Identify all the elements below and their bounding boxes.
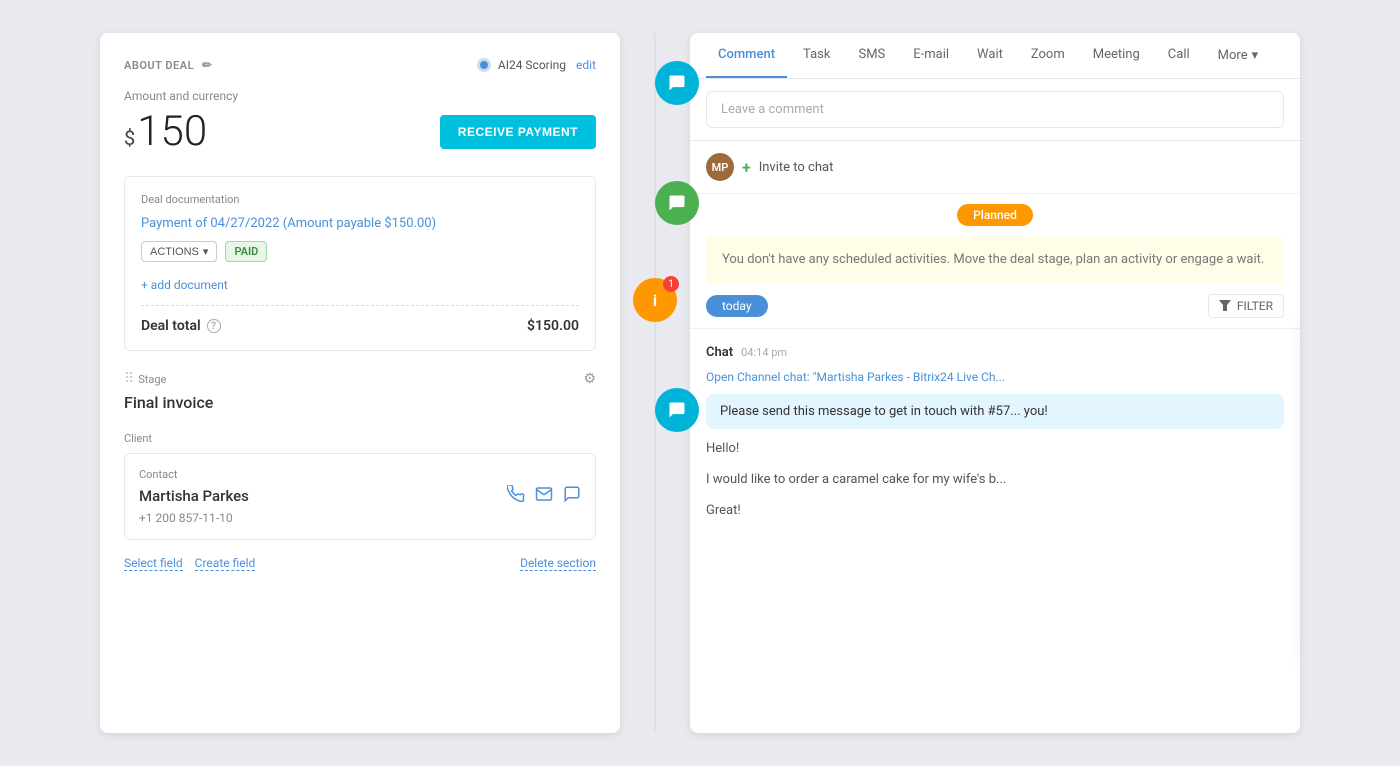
chat-message-4: Great!	[706, 499, 1284, 522]
stage-value: Final invoice	[124, 393, 596, 412]
drag-icon: ⠿	[124, 371, 134, 387]
contact-label: Contact	[139, 468, 581, 481]
deal-total-row: Deal total ? $150.00	[141, 318, 579, 334]
avatar: MP	[706, 153, 734, 181]
doc-link[interactable]: Payment of 04/27/2022 (Amount payable $1…	[141, 216, 579, 231]
stage-header: ⠿ Stage ⚙	[124, 371, 596, 387]
phone-icon[interactable]	[507, 485, 525, 507]
tab-meeting[interactable]: Meeting	[1081, 33, 1152, 78]
receive-payment-button[interactable]: RECEIVE PAYMENT	[440, 115, 596, 149]
amount-row: $150 RECEIVE PAYMENT	[124, 107, 596, 156]
plus-icon: +	[742, 158, 751, 177]
about-deal-header: ABOUT DEAL ✏ AI24 Scoring edit	[124, 57, 596, 73]
filter-icon	[1219, 300, 1231, 312]
select-field-link[interactable]: Select field	[124, 556, 183, 571]
bubble-wrapper-3: i 1	[633, 278, 677, 322]
actions-button[interactable]: ACTIONS ▾	[141, 241, 217, 262]
comment-input[interactable]: Leave a comment	[706, 91, 1284, 128]
amount-label: Amount and currency	[124, 89, 596, 103]
comment-input-area: Leave a comment	[690, 79, 1300, 141]
bottom-actions: Select field Create field Delete section	[124, 556, 596, 571]
tab-task[interactable]: Task	[791, 33, 842, 78]
chat-bubble-1[interactable]	[655, 61, 699, 105]
add-document-link[interactable]: + add document	[141, 278, 228, 292]
contact-actions	[507, 485, 581, 507]
contact-name: Martisha Parkes	[139, 487, 249, 505]
contact-card: Contact Martisha Parkes	[124, 453, 596, 540]
deal-docs-section: Deal documentation Payment of 04/27/2022…	[124, 176, 596, 351]
tab-email[interactable]: E-mail	[901, 33, 961, 78]
today-row: today FILTER	[690, 284, 1300, 328]
planned-badge-row: Planned	[690, 194, 1300, 236]
currency-symbol: $	[124, 126, 135, 150]
open-channel-link[interactable]: Open Channel chat: "Martisha Parkes - Bi…	[706, 370, 1284, 384]
right-panel: Comment Task SMS E-mail Wait Zoom Meetin…	[690, 33, 1300, 733]
chat-label: Chat	[706, 345, 733, 360]
stage-section: ⠿ Stage ⚙ Final invoice	[124, 371, 596, 412]
ai-scoring-button[interactable]: AI24 Scoring	[476, 57, 566, 73]
pencil-icon[interactable]: ✏	[202, 58, 213, 72]
chat-time: 04:14 pm	[741, 346, 787, 359]
about-deal-label: ABOUT DEAL	[124, 59, 194, 72]
chat-header: Chat 04:14 pm	[706, 345, 1284, 360]
about-deal-title: ABOUT DEAL ✏	[124, 58, 213, 72]
client-section: Client Contact Martisha Parkes	[124, 432, 596, 540]
invite-text: Invite to chat	[759, 160, 834, 175]
settings-icon[interactable]: ⚙	[583, 371, 596, 387]
tab-zoom[interactable]: Zoom	[1019, 33, 1077, 78]
planned-badge: Planned	[957, 204, 1033, 226]
chat-bubble-3[interactable]	[655, 388, 699, 432]
chat-message-2: Hello!	[706, 437, 1284, 460]
stage-label: ⠿ Stage	[124, 371, 166, 387]
more-tab[interactable]: More ▾	[1206, 34, 1270, 77]
doc-actions-row: ACTIONS ▾ PAID	[141, 241, 579, 262]
paid-badge: PAID	[225, 241, 267, 262]
tab-sms[interactable]: SMS	[846, 33, 897, 78]
info-bubble[interactable]: i 1	[633, 278, 677, 322]
chat-section: Chat 04:14 pm Open Channel chat: "Martis…	[690, 328, 1300, 546]
client-label: Client	[124, 432, 596, 445]
deal-docs-label: Deal documentation	[141, 193, 579, 206]
tab-comment[interactable]: Comment	[706, 33, 787, 78]
chat-message-1: Please send this message to get in touch…	[706, 394, 1284, 429]
today-badge: today	[706, 295, 768, 317]
bottom-left-links: Select field Create field	[124, 556, 255, 571]
delete-section-link[interactable]: Delete section	[520, 556, 596, 571]
info-icon: ?	[207, 319, 221, 333]
chat-bubble-2[interactable]	[655, 181, 699, 225]
left-panel: ABOUT DEAL ✏ AI24 Scoring edit Amount an…	[100, 33, 620, 733]
info-badge: 1	[663, 276, 679, 292]
contact-phone: +1 200 857-11-10	[139, 511, 581, 525]
connector-line	[654, 33, 656, 733]
create-field-link[interactable]: Create field	[195, 556, 256, 571]
chevron-down-icon: ▾	[1252, 48, 1259, 63]
amount-display: $150	[124, 107, 207, 156]
tab-call[interactable]: Call	[1156, 33, 1202, 78]
deal-total-label: Deal total ?	[141, 318, 221, 334]
ai-scoring-icon	[476, 57, 492, 73]
timeline-connector: i 1	[620, 33, 690, 733]
chevron-down-icon: ▾	[203, 245, 209, 258]
deal-total-value: $150.00	[527, 318, 579, 334]
contact-name-row: Martisha Parkes	[139, 485, 581, 507]
chat-message-3: I would like to order a caramel cake for…	[706, 468, 1284, 491]
divider	[141, 305, 579, 306]
mail-icon[interactable]	[535, 485, 553, 507]
edit-link[interactable]: edit	[576, 58, 596, 72]
tab-wait[interactable]: Wait	[965, 33, 1015, 78]
chat-icon[interactable]	[563, 485, 581, 507]
filter-button[interactable]: FILTER	[1208, 294, 1284, 318]
tabs-bar: Comment Task SMS E-mail Wait Zoom Meetin…	[690, 33, 1300, 79]
scheduled-notice: You don't have any scheduled activities.…	[706, 236, 1284, 284]
amount-value: 150	[137, 107, 207, 156]
invite-row[interactable]: MP + Invite to chat	[690, 141, 1300, 194]
